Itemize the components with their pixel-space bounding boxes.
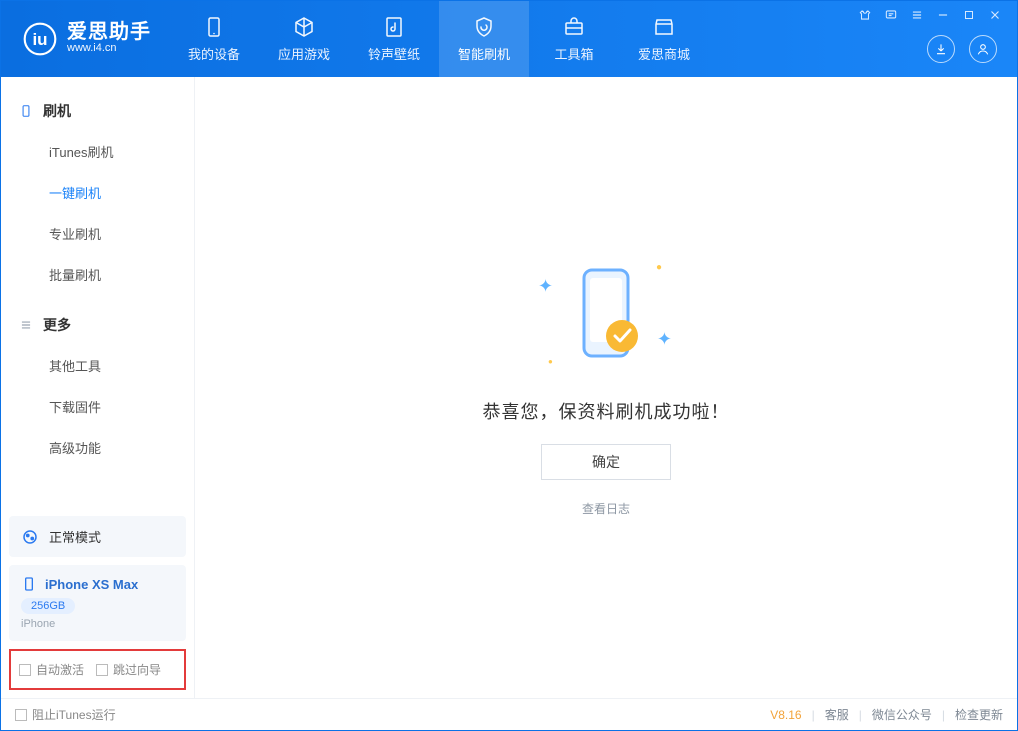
device-capacity: 256GB [21, 598, 75, 614]
mode-card[interactable]: 正常模式 [9, 516, 186, 557]
status-bar: 阻止iTunes运行 V8.16 | 客服 | 微信公众号 | 检查更新 [1, 698, 1017, 730]
sidebar-item-advanced[interactable]: 高级功能 [1, 427, 194, 468]
wechat-link[interactable]: 微信公众号 [872, 706, 932, 723]
sidebar-section-more: 更多 [1, 305, 194, 345]
store-icon [652, 15, 676, 39]
tshirt-icon[interactable] [857, 7, 873, 23]
app-header: iu 爱思助手 www.i4.cn 我的设备 应用游戏 铃声壁纸 智能刷机 工具… [1, 1, 1017, 77]
main-tabs: 我的设备 应用游戏 铃声壁纸 智能刷机 工具箱 爱思商城 [169, 1, 709, 77]
svg-text:iu: iu [32, 30, 47, 49]
device-name: iPhone XS Max [45, 577, 138, 592]
mode-icon [21, 528, 39, 546]
device-icon [202, 15, 226, 39]
checkbox-skip-guide[interactable]: 跳过向导 [96, 661, 161, 678]
success-illustration: ✦ ● ● ✦ [546, 258, 666, 378]
window-controls [857, 7, 1003, 23]
logo-icon: iu [23, 22, 57, 56]
sidebar-item-other-tools[interactable]: 其他工具 [1, 345, 194, 386]
device-type: iPhone [21, 618, 174, 630]
tab-apps-games[interactable]: 应用游戏 [259, 1, 349, 77]
logo: iu 爱思助手 www.i4.cn [1, 22, 169, 56]
main-panel: ✦ ● ● ✦ 恭喜您，保资料刷机成功啦！ 确定 查看日志 [195, 77, 1017, 698]
user-button[interactable] [969, 35, 997, 63]
tab-store[interactable]: 爱思商城 [619, 1, 709, 77]
maximize-icon[interactable] [961, 7, 977, 23]
app-name: 爱思助手 [67, 22, 151, 42]
checkbox-block-itunes[interactable]: 阻止iTunes运行 [15, 706, 116, 723]
minimize-icon[interactable] [935, 7, 951, 23]
device-icon [21, 576, 37, 592]
feedback-icon[interactable] [883, 7, 899, 23]
tab-smart-flash[interactable]: 智能刷机 [439, 1, 529, 77]
phone-icon [19, 104, 33, 118]
success-message: 恭喜您，保资料刷机成功啦！ [483, 398, 730, 424]
download-button[interactable] [927, 35, 955, 63]
sidebar-section-flash: 刷机 [1, 91, 194, 131]
toolbox-icon [562, 15, 586, 39]
options-highlight-box: 自动激活 跳过向导 [9, 649, 186, 690]
sidebar-item-pro-flash[interactable]: 专业刷机 [1, 213, 194, 254]
sidebar-item-itunes-flash[interactable]: iTunes刷机 [1, 131, 194, 172]
device-card[interactable]: iPhone XS Max 256GB iPhone [9, 565, 186, 641]
close-icon[interactable] [987, 7, 1003, 23]
checkbox-auto-activate[interactable]: 自动激活 [19, 661, 84, 678]
sidebar: 刷机 iTunes刷机 一键刷机 专业刷机 批量刷机 更多 其他工具 下载固件 … [1, 77, 195, 698]
tab-my-device[interactable]: 我的设备 [169, 1, 259, 77]
support-link[interactable]: 客服 [825, 706, 849, 723]
app-url: www.i4.cn [67, 42, 151, 55]
version-label: V8.16 [770, 708, 801, 722]
sidebar-item-onekey-flash[interactable]: 一键刷机 [1, 172, 194, 213]
refresh-shield-icon [472, 15, 496, 39]
music-file-icon [382, 15, 406, 39]
view-log-link[interactable]: 查看日志 [582, 500, 630, 517]
sidebar-item-download-firmware[interactable]: 下载固件 [1, 386, 194, 427]
app-body: 刷机 iTunes刷机 一键刷机 专业刷机 批量刷机 更多 其他工具 下载固件 … [1, 77, 1017, 698]
tab-toolbox[interactable]: 工具箱 [529, 1, 619, 77]
tab-ringtones[interactable]: 铃声壁纸 [349, 1, 439, 77]
list-icon [19, 318, 33, 332]
check-update-link[interactable]: 检查更新 [955, 706, 1003, 723]
ok-button[interactable]: 确定 [541, 444, 671, 480]
sidebar-item-batch-flash[interactable]: 批量刷机 [1, 254, 194, 295]
menu-icon[interactable] [909, 7, 925, 23]
cube-icon [292, 15, 316, 39]
